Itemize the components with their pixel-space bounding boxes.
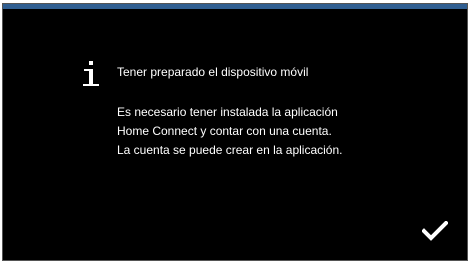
appliance-display: Tener preparado el dispositivo móvil Es … xyxy=(2,3,468,261)
message-line: Es necesario tener instalada la aplicaci… xyxy=(117,105,338,119)
info-icon xyxy=(81,59,101,89)
checkmark-icon xyxy=(422,221,448,241)
top-accent-bar xyxy=(3,4,467,9)
dialog-message: Es necesario tener instalada la aplicaci… xyxy=(117,103,343,160)
confirm-button[interactable] xyxy=(418,216,452,246)
dialog-title: Tener preparado el dispositivo móvil xyxy=(117,65,309,79)
message-line: Home Connect y contar con una cuenta. xyxy=(117,124,332,138)
message-line: La cuenta se puede crear en la aplicació… xyxy=(117,143,343,157)
